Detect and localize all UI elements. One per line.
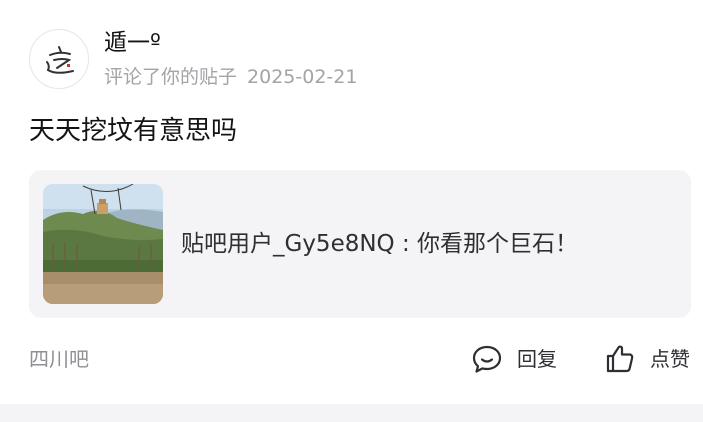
like-button[interactable]: 点赞	[604, 340, 690, 378]
notification-card[interactable]: 遁一º 评论了你的贴子 2025-02-21 天天挖坟有意思吗 贴吧用户_Gy5e…	[0, 0, 703, 404]
quoted-post[interactable]: 贴吧用户_Gy5e8NQ : 你看那个巨石！	[29, 170, 691, 318]
quoted-post-text: 贴吧用户_Gy5e8NQ : 你看那个巨石！	[181, 231, 579, 257]
calligraphy-avatar-icon	[46, 46, 74, 74]
username[interactable]: 遁一º	[104, 28, 161, 58]
list-divider	[0, 404, 703, 422]
comment-meta: 评论了你的贴子 2025-02-21	[104, 64, 357, 90]
action-text: 评论了你的贴子	[104, 66, 238, 88]
landscape-photo-icon	[43, 184, 163, 304]
avatar[interactable]	[29, 29, 89, 89]
forum-link[interactable]: 四川吧	[29, 345, 89, 373]
reply-label: 回复	[517, 347, 557, 371]
comment-text[interactable]: 天天挖坟有意思吗	[29, 114, 237, 148]
like-label: 点赞	[650, 347, 690, 371]
thumbs-up-icon	[606, 345, 634, 373]
reply-button[interactable]: 回复	[471, 340, 557, 378]
quoted-post-thumbnail	[43, 184, 163, 304]
comment-date: 2025-02-21	[247, 66, 358, 88]
comment-bubble-icon	[472, 345, 502, 373]
